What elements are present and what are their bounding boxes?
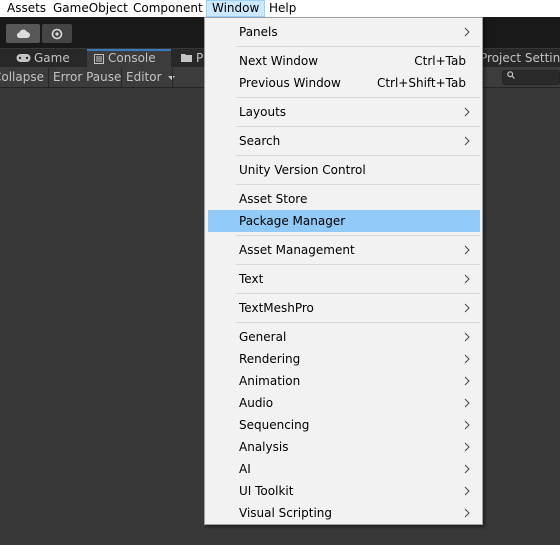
menu-item-label: Next Window bbox=[239, 54, 319, 68]
menu-item-next-window[interactable]: Next Window Ctrl+Tab bbox=[208, 50, 480, 72]
menu-item-asset-management[interactable]: Asset Management bbox=[208, 239, 480, 261]
menu-item-label: Asset Store bbox=[239, 192, 308, 206]
divider bbox=[121, 68, 122, 87]
menu-item-label: UI Toolkit bbox=[239, 484, 294, 498]
menu-item-label: Previous Window bbox=[239, 76, 341, 90]
menu-item-ai[interactable]: AI bbox=[208, 458, 480, 480]
chevron-right-icon bbox=[464, 354, 470, 364]
menu-separator bbox=[236, 293, 480, 294]
menu-component[interactable]: Component bbox=[128, 0, 208, 17]
chevron-right-icon bbox=[464, 486, 470, 496]
menu-separator bbox=[236, 322, 480, 323]
editor-dropdown-label: Editor bbox=[126, 70, 162, 84]
menu-item-ui-toolkit[interactable]: UI Toolkit bbox=[208, 480, 480, 502]
menu-separator bbox=[236, 264, 480, 265]
menu-gameobject[interactable]: GameObject bbox=[48, 0, 133, 17]
folder-icon bbox=[181, 54, 192, 62]
tab-project-settings-label: Project Setting bbox=[480, 51, 560, 65]
cloud-button[interactable] bbox=[6, 24, 40, 43]
chevron-right-icon bbox=[464, 398, 470, 408]
menu-assets[interactable]: Assets bbox=[2, 0, 51, 17]
cloud-icon bbox=[16, 29, 30, 38]
editor-dropdown[interactable]: Editor bbox=[126, 68, 176, 87]
menu-item-package-manager[interactable]: Package Manager bbox=[208, 210, 480, 232]
menu-item-label: Sequencing bbox=[239, 418, 310, 432]
tab-console[interactable]: Console bbox=[87, 49, 171, 67]
window-menu-dropdown: Panels Next Window Ctrl+Tab Previous Win… bbox=[204, 17, 483, 525]
chevron-right-icon bbox=[464, 420, 470, 430]
menu-item-label: Unity Version Control bbox=[239, 163, 366, 177]
collapse-button[interactable]: Collapse bbox=[0, 68, 47, 87]
chevron-right-icon bbox=[464, 136, 470, 146]
menu-separator bbox=[236, 97, 480, 98]
menu-item-label: General bbox=[239, 330, 287, 344]
gear-icon bbox=[51, 28, 63, 39]
chevron-right-icon bbox=[464, 332, 470, 342]
menu-item-label: Text bbox=[239, 272, 264, 286]
menu-item-label: Layouts bbox=[239, 105, 287, 119]
menu-item-label: Audio bbox=[239, 396, 274, 410]
menu-separator bbox=[236, 184, 480, 185]
gamepad-icon bbox=[16, 54, 31, 62]
menu-help[interactable]: Help bbox=[264, 0, 301, 17]
divider bbox=[48, 68, 49, 87]
menu-separator bbox=[236, 126, 480, 127]
menu-item-label: Search bbox=[239, 134, 281, 148]
menu-item-label: Package Manager bbox=[239, 214, 346, 228]
chevron-right-icon bbox=[464, 376, 470, 386]
main-menubar: Assets GameObject Component Window Help bbox=[0, 0, 560, 17]
chevron-right-icon bbox=[464, 303, 470, 313]
search-icon bbox=[507, 71, 515, 79]
tab-project-settings[interactable]: Project Setting bbox=[480, 49, 560, 67]
chevron-right-icon bbox=[464, 245, 470, 255]
menu-item-label: Animation bbox=[239, 374, 301, 388]
menu-item-visual-scripting[interactable]: Visual Scripting bbox=[208, 502, 480, 524]
menu-item-panels[interactable]: Panels bbox=[208, 21, 480, 43]
chevron-right-icon bbox=[464, 107, 470, 117]
chevron-right-icon bbox=[464, 27, 470, 37]
menu-item-shortcut: Ctrl+Shift+Tab bbox=[376, 76, 466, 90]
menu-item-general[interactable]: General bbox=[208, 326, 480, 348]
menu-separator bbox=[236, 235, 480, 236]
chevron-right-icon bbox=[464, 274, 470, 284]
menu-separator bbox=[236, 46, 480, 47]
menu-item-unity-version-control[interactable]: Unity Version Control bbox=[208, 159, 480, 181]
chevron-right-icon bbox=[464, 508, 470, 518]
menu-item-label: Rendering bbox=[239, 352, 301, 366]
console-icon bbox=[94, 54, 104, 64]
chevron-right-icon bbox=[464, 464, 470, 474]
tab-console-label: Console bbox=[108, 51, 156, 65]
menu-item-textmeshpro[interactable]: TextMeshPro bbox=[208, 297, 480, 319]
menu-item-shortcut: Ctrl+Tab bbox=[414, 54, 466, 68]
menu-item-label: Asset Management bbox=[239, 243, 355, 257]
menu-item-audio[interactable]: Audio bbox=[208, 392, 480, 414]
menu-item-search[interactable]: Search bbox=[208, 130, 480, 152]
menu-item-previous-window[interactable]: Previous Window Ctrl+Shift+Tab bbox=[208, 72, 480, 94]
menu-item-text[interactable]: Text bbox=[208, 268, 480, 290]
menu-item-sequencing[interactable]: Sequencing bbox=[208, 414, 480, 436]
console-search-input[interactable] bbox=[502, 70, 560, 85]
error-pause-button[interactable]: Error Pause bbox=[53, 68, 121, 87]
chevron-right-icon bbox=[464, 442, 470, 452]
menu-item-label: Visual Scripting bbox=[239, 506, 332, 520]
menu-separator bbox=[236, 155, 480, 156]
tab-project[interactable]: P bbox=[172, 49, 204, 67]
tab-game[interactable]: Game bbox=[0, 49, 86, 67]
menu-item-layouts[interactable]: Layouts bbox=[208, 101, 480, 123]
menu-item-label: Analysis bbox=[239, 440, 289, 454]
menu-item-analysis[interactable]: Analysis bbox=[208, 436, 480, 458]
menu-item-rendering[interactable]: Rendering bbox=[208, 348, 480, 370]
divider bbox=[172, 68, 173, 87]
menu-window[interactable]: Window bbox=[206, 0, 266, 17]
menu-item-label: TextMeshPro bbox=[239, 301, 314, 315]
settings-button[interactable] bbox=[42, 24, 72, 43]
menu-item-animation[interactable]: Animation bbox=[208, 370, 480, 392]
menu-item-asset-store[interactable]: Asset Store bbox=[208, 188, 480, 210]
menu-item-label: Panels bbox=[239, 25, 278, 39]
tab-game-label: Game bbox=[34, 51, 70, 65]
tab-project-label: P bbox=[196, 51, 204, 65]
collapse-label: Collapse bbox=[0, 70, 44, 84]
menu-item-label: AI bbox=[239, 462, 251, 476]
